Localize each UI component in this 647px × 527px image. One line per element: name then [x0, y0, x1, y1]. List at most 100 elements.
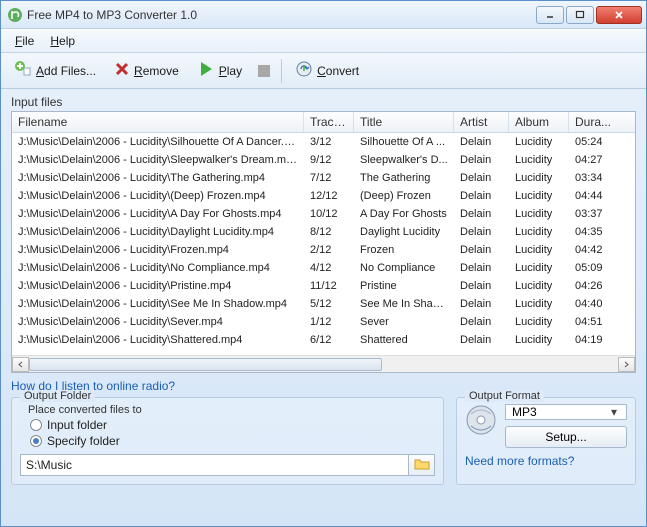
table-cell: 04:44 [569, 189, 619, 203]
table-cell: 11/12 [304, 279, 354, 293]
app-window: Free MP4 to MP3 Converter 1.0 File Help … [0, 0, 647, 527]
table-row[interactable]: J:\Music\Delain\2006 - Lucidity\Daylight… [12, 223, 635, 241]
table-cell: J:\Music\Delain\2006 - Lucidity\Frozen.m… [12, 243, 304, 257]
remove-button[interactable]: Remove [107, 57, 186, 85]
radio-specify-folder[interactable]: Specify folder [30, 434, 435, 448]
titlebar[interactable]: Free MP4 to MP3 Converter 1.0 [1, 1, 646, 29]
table-cell: J:\Music\Delain\2006 - Lucidity\(Deep) F… [12, 189, 304, 203]
table-row[interactable]: J:\Music\Delain\2006 - Lucidity\Frozen.m… [12, 241, 635, 259]
col-duration[interactable]: Dura... [569, 112, 619, 132]
convert-label: Convert [317, 64, 359, 78]
table-cell: Lucidity [509, 225, 569, 239]
table-cell: Lucidity [509, 207, 569, 221]
col-album[interactable]: Album [509, 112, 569, 132]
table-cell: Lucidity [509, 243, 569, 257]
menu-help[interactable]: Help [42, 31, 83, 51]
table-cell: 12/12 [304, 189, 354, 203]
col-artist[interactable]: Artist [454, 112, 509, 132]
add-icon [14, 60, 32, 81]
table-cell: J:\Music\Delain\2006 - Lucidity\Shattere… [12, 333, 304, 347]
table-row[interactable]: J:\Music\Delain\2006 - Lucidity\Pristine… [12, 277, 635, 295]
radio-specify-folder-label: Specify folder [47, 434, 120, 448]
col-title[interactable]: Title [354, 112, 454, 132]
table-cell: Sleepwalker's D... [354, 153, 454, 167]
col-filename[interactable]: Filename [12, 112, 304, 132]
table-cell: See Me In Shad... [354, 297, 454, 311]
scroll-track[interactable] [29, 357, 618, 372]
table-row[interactable]: J:\Music\Delain\2006 - Lucidity\(Deep) F… [12, 187, 635, 205]
setup-label: Setup... [545, 430, 586, 444]
stop-button[interactable] [253, 57, 275, 85]
table-cell: 05:24 [569, 135, 619, 149]
table-cell: Delain [454, 171, 509, 185]
table-row[interactable]: J:\Music\Delain\2006 - Lucidity\No Compl… [12, 259, 635, 277]
close-button[interactable] [596, 6, 642, 24]
scroll-left-button[interactable] [12, 357, 29, 372]
table-cell: 04:27 [569, 153, 619, 167]
add-files-label: Add Files... [36, 64, 96, 78]
table-cell: Lucidity [509, 171, 569, 185]
play-button[interactable]: Play [190, 57, 249, 85]
menubar: File Help [1, 29, 646, 53]
table-cell: Sever [354, 315, 454, 329]
table-cell: Pristine [354, 279, 454, 293]
stop-icon [258, 65, 270, 77]
table-cell: J:\Music\Delain\2006 - Lucidity\Daylight… [12, 225, 304, 239]
menu-file[interactable]: File [7, 31, 42, 51]
menu-help-rest: elp [59, 34, 75, 48]
add-files-button[interactable]: Add Files... [7, 57, 103, 85]
table-cell: Lucidity [509, 135, 569, 149]
maximize-button[interactable] [566, 6, 594, 24]
horizontal-scrollbar[interactable] [12, 355, 635, 372]
output-format-legend: Output Format [465, 390, 544, 402]
table-cell: Frozen [354, 243, 454, 257]
table-cell: Lucidity [509, 297, 569, 311]
table-row[interactable]: J:\Music\Delain\2006 - Lucidity\Silhouet… [12, 133, 635, 151]
table-cell: 1/12 [304, 315, 354, 329]
remove-label: Remove [134, 64, 179, 78]
minimize-button[interactable] [536, 6, 564, 24]
table-cell: Delain [454, 261, 509, 275]
output-path-input[interactable] [20, 454, 409, 476]
table-cell: Delain [454, 135, 509, 149]
table-row[interactable]: J:\Music\Delain\2006 - Lucidity\See Me I… [12, 295, 635, 313]
table-cell: 04:40 [569, 297, 619, 311]
radio-icon-checked [30, 435, 42, 447]
table-row[interactable]: J:\Music\Delain\2006 - Lucidity\Shattere… [12, 331, 635, 349]
format-select[interactable]: MP3 ▾ [505, 404, 627, 420]
table-cell: (Deep) Frozen [354, 189, 454, 203]
convert-button[interactable]: Convert [288, 57, 366, 85]
table-cell: J:\Music\Delain\2006 - Lucidity\A Day Fo… [12, 207, 304, 221]
scroll-thumb[interactable] [29, 358, 382, 371]
convert-icon [295, 60, 313, 81]
setup-button[interactable]: Setup... [505, 426, 627, 448]
more-formats-link[interactable]: Need more formats? [465, 454, 627, 468]
input-files-table[interactable]: Filename Track # Title Artist Album Dura… [11, 111, 636, 373]
table-row[interactable]: J:\Music\Delain\2006 - Lucidity\A Day Fo… [12, 205, 635, 223]
col-track[interactable]: Track # [304, 112, 354, 132]
output-format-group: Output Format MP3 ▾ Setup... [456, 397, 636, 485]
table-row[interactable]: J:\Music\Delain\2006 - Lucidity\Sever.mp… [12, 313, 635, 331]
scroll-right-button[interactable] [618, 357, 635, 372]
toolbar-separator [281, 59, 282, 83]
table-cell: Delain [454, 279, 509, 293]
table-cell: 05:09 [569, 261, 619, 275]
table-cell: Lucidity [509, 279, 569, 293]
table-cell: 3/12 [304, 135, 354, 149]
table-cell: Lucidity [509, 189, 569, 203]
output-folder-group: Output Folder Place converted files to I… [11, 397, 444, 485]
table-cell: 4/12 [304, 261, 354, 275]
table-cell: A Day For Ghosts [354, 207, 454, 221]
browse-button[interactable] [409, 454, 435, 476]
table-cell: No Compliance [354, 261, 454, 275]
table-body: J:\Music\Delain\2006 - Lucidity\Silhouet… [12, 133, 635, 355]
table-row[interactable]: J:\Music\Delain\2006 - Lucidity\The Gath… [12, 169, 635, 187]
radio-input-folder[interactable]: Input folder [30, 418, 435, 432]
table-cell: 04:42 [569, 243, 619, 257]
table-cell: Lucidity [509, 315, 569, 329]
table-cell: Lucidity [509, 261, 569, 275]
table-cell: 03:37 [569, 207, 619, 221]
table-row[interactable]: J:\Music\Delain\2006 - Lucidity\Sleepwal… [12, 151, 635, 169]
table-cell: Delain [454, 297, 509, 311]
table-cell: Delain [454, 333, 509, 347]
